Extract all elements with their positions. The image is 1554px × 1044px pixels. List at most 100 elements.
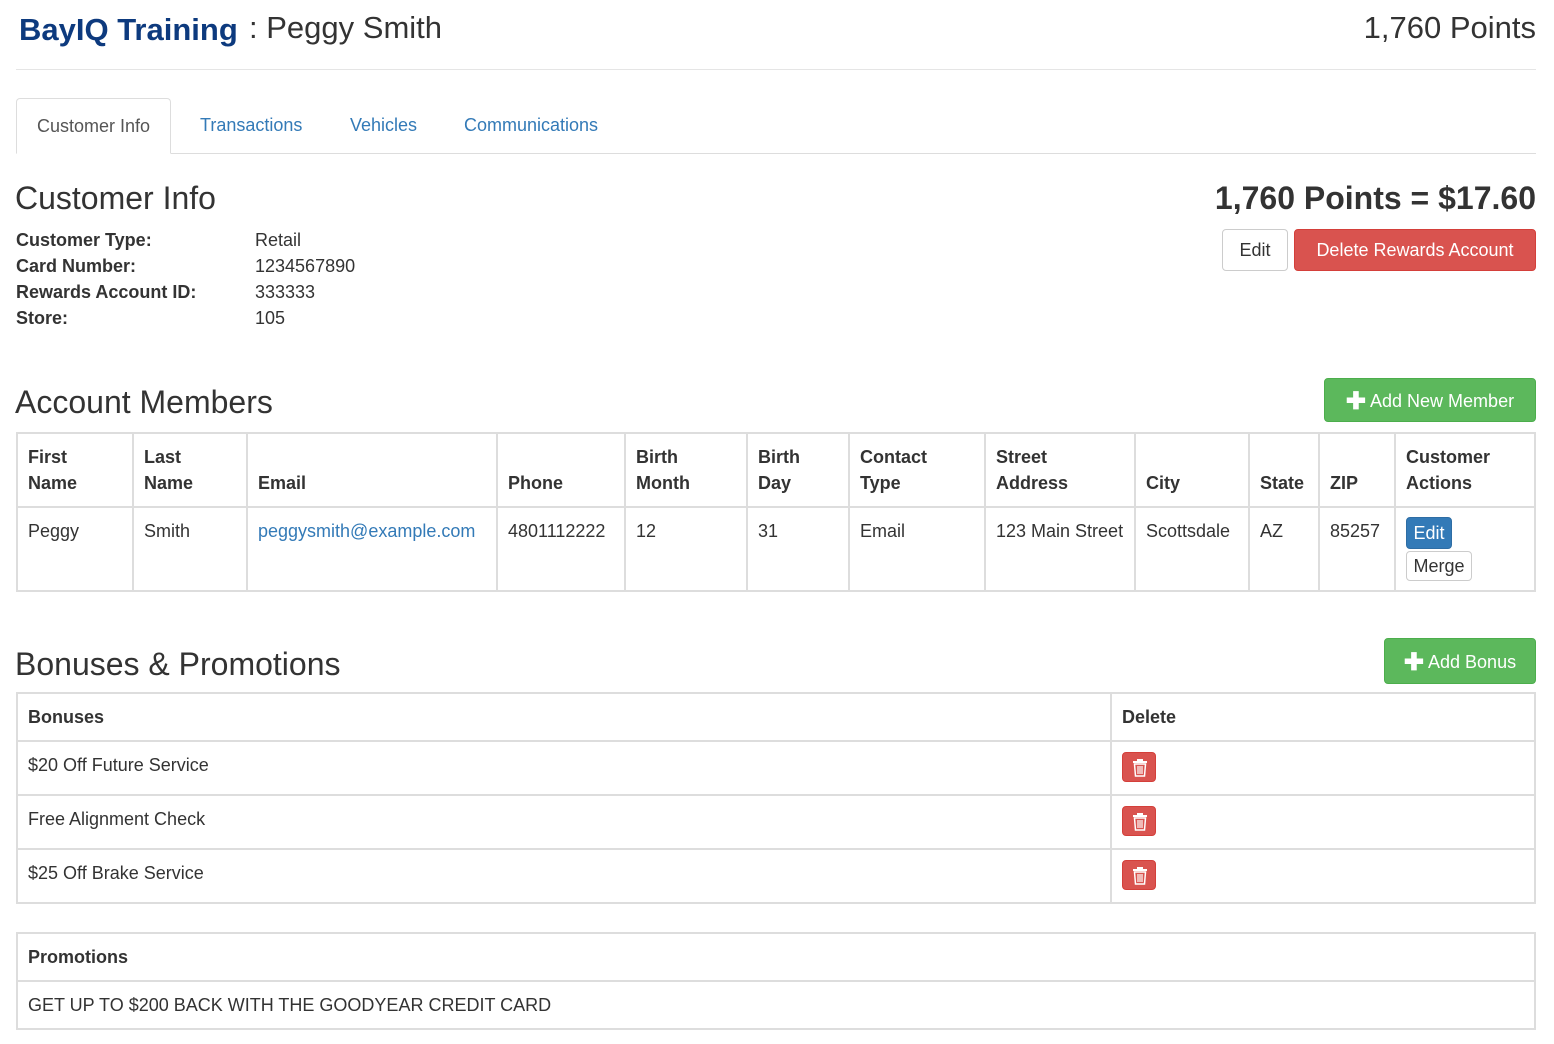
cell-bonus: $20 Off Future Service [16,740,1112,796]
col-label: Birth [758,447,800,467]
tab-customer-info[interactable]: Customer Info [16,98,172,154]
cell-delete [1110,848,1536,904]
table-header-row: Bonuses Delete [16,692,1536,742]
info-row-rewards-account-id: Rewards Account ID: 333333 [16,282,416,308]
col-zip: ZIP [1318,432,1396,508]
col-birth-day: Birth Day [746,432,850,508]
col-city: City [1134,432,1250,508]
cell-zip: 85257 [1318,506,1396,592]
col-label: Customer [1406,447,1491,467]
info-value: 1234567890 [255,256,356,276]
promotions-table: Promotions GET UP TO $200 BACK WITH THE … [16,932,1536,1030]
merge-member-button[interactable]: Merge [1406,551,1472,581]
col-label: Birth [636,447,678,467]
info-row-card-number: Card Number: 1234567890 [16,256,416,282]
add-new-member-label: Add New Member [1370,391,1515,411]
delete-bonus-button[interactable] [1122,806,1156,836]
col-label: Type [860,473,901,493]
table-header-row: Promotions [16,932,1536,982]
info-row-customer-type: Customer Type: Retail [16,230,416,256]
plus-icon: ✚ [1345,388,1367,415]
col-label: Last [144,447,182,467]
table-row: $25 Off Brake Service [16,848,1536,904]
col-birth-month: Birth Month [624,432,748,508]
add-new-member-button[interactable]: ✚ Add New Member [1324,378,1536,422]
cell-bonus: $25 Off Brake Service [16,848,1112,904]
brand-title[interactable]: BayIQ Training [19,12,238,48]
account-members-heading: Account Members [15,384,273,420]
col-street-address: Street Address [984,432,1136,508]
col-phone: Phone [496,432,626,508]
cell-first-name: Peggy [16,506,134,592]
col-first-name: First Name [16,432,134,508]
customer-name-title: : Peggy Smith [249,10,442,46]
info-label: Customer Type: [16,230,152,250]
table-row: GET UP TO $200 BACK WITH THE GOODYEAR CR… [16,980,1536,1030]
delete-bonus-button[interactable] [1122,752,1156,782]
col-bonuses: Bonuses [16,692,1112,742]
plus-icon: ✚ [1403,649,1425,676]
tab-vehicles[interactable]: Vehicles [330,98,437,154]
table-row: Peggy Smith peggysmith@example.com 48011… [16,506,1536,592]
col-email: Email [246,432,498,508]
trash-icon [1133,867,1147,885]
table-header-row: First Name Last Name Email Phone Birth Mont… [16,432,1536,508]
points-value: 1,760 Points = $17.60 [1214,180,1536,216]
customer-info-heading: Customer Info [15,180,216,216]
tab-communications[interactable]: Communications [444,98,618,154]
cell-state: AZ [1248,506,1320,592]
col-label: Actions [1406,473,1473,493]
col-contact-type: Contact Type [848,432,986,508]
header-points: 1,760 Points [1363,10,1536,45]
col-customer-actions: Customer Actions [1394,432,1536,508]
info-row-store: Store: 105 [16,308,416,334]
info-value: Retail [255,230,302,250]
info-value: 105 [255,308,286,328]
delete-bonus-button[interactable] [1122,860,1156,890]
col-label: Month [636,473,690,493]
trash-icon [1133,759,1147,777]
edit-member-button[interactable]: Edit [1406,517,1452,549]
col-last-name: Last Name [132,432,248,508]
page-header: BayIQ Training : Peggy Smith 1,760 Point… [16,8,1536,70]
title-separator: : [249,10,258,45]
table-row: $20 Off Future Service [16,740,1536,796]
info-label: Rewards Account ID: [16,282,197,302]
info-label: Card Number: [16,256,137,276]
col-label: Address [996,473,1069,493]
cell-birth-month: 12 [624,506,748,592]
col-label: Name [144,473,194,493]
cell-bonus: Free Alignment Check [16,794,1112,850]
col-label: Street [996,447,1048,467]
cell-promotion: GET UP TO $200 BACK WITH THE GOODYEAR CR… [16,980,1536,1030]
col-delete: Delete [1110,692,1536,742]
col-label: Day [758,473,792,493]
email-link[interactable]: peggysmith@example.com [258,521,475,541]
col-label: First [28,447,68,467]
cell-delete [1110,740,1536,796]
info-label: Store: [16,308,69,328]
edit-customer-button[interactable]: Edit [1222,229,1288,271]
info-value: 333333 [255,282,316,302]
add-bonus-label: Add Bonus [1428,652,1517,672]
col-label: Name [28,473,78,493]
cell-delete [1110,794,1536,850]
cell-street-address: 123 Main Street [984,506,1136,592]
add-bonus-button[interactable]: ✚ Add Bonus [1384,638,1536,684]
customer-name: Peggy Smith [266,10,443,45]
cell-email: peggysmith@example.com [246,506,498,592]
account-members-table: First Name Last Name Email Phone Birth Mont… [16,432,1536,592]
cell-last-name: Smith [132,506,248,592]
col-promotions: Promotions [16,932,1536,982]
table-row: Free Alignment Check [16,794,1536,850]
cell-birth-day: 31 [746,506,850,592]
tab-transactions[interactable]: Transactions [180,98,322,154]
bonuses-promotions-heading: Bonuses & Promotions [15,646,341,682]
tab-bar: Customer Info Transactions Vehicles Comm… [16,98,1536,154]
col-label: Contact [860,447,927,467]
cell-contact-type: Email [848,506,986,592]
trash-icon [1133,813,1147,831]
bonuses-table: Bonuses Delete $20 Off Future Service Fr… [16,692,1536,904]
delete-rewards-account-button[interactable]: Delete Rewards Account [1294,229,1536,271]
cell-city: Scottsdale [1134,506,1250,592]
